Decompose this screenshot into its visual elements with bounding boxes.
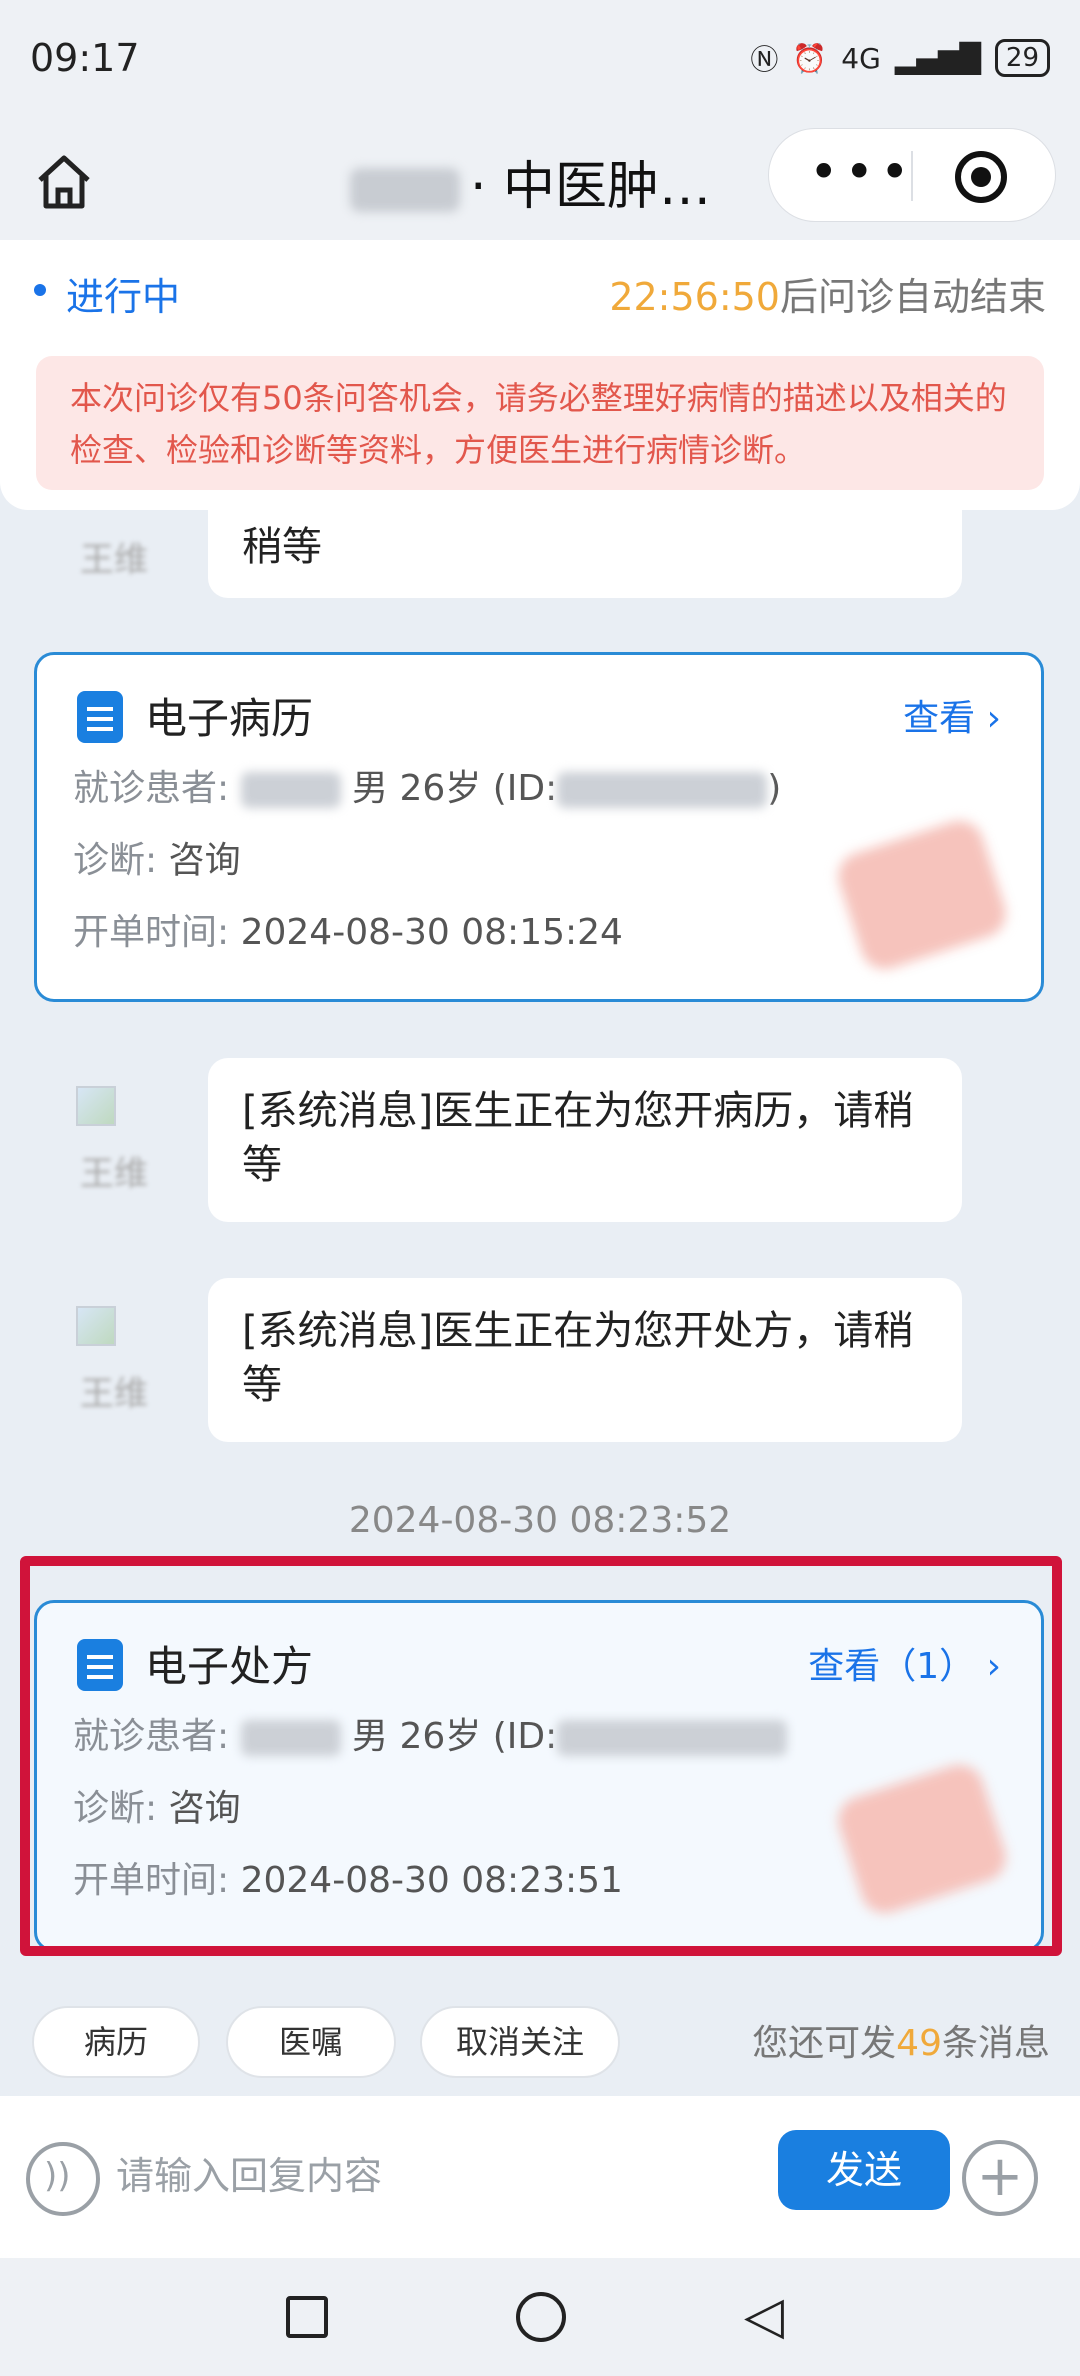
- more-dots-icon[interactable]: •••: [809, 147, 915, 197]
- remaining-messages: 您还可发49条消息: [752, 2023, 1050, 2064]
- diagnosis-row: 诊断: 咨询: [73, 840, 241, 881]
- view-record-link[interactable]: 查看 ›: [903, 689, 1001, 741]
- send-button[interactable]: 发送: [778, 2130, 950, 2210]
- message-timestamp: 2024-08-30 08:23:52: [348, 1500, 732, 1541]
- message-bubble: [系统消息]医生正在为您开病历，请稍等: [208, 1058, 962, 1222]
- sender-name: 王维: [80, 540, 148, 580]
- countdown: 22:56:50后问诊自动结束: [609, 275, 1046, 319]
- patient-id-blurred: [557, 772, 768, 808]
- message-bubble: [系统消息]医生正在为您开处方，请稍等: [208, 1278, 962, 1442]
- quick-action-unfollow[interactable]: 取消关注: [420, 2006, 620, 2078]
- network-label: 4G: [841, 41, 881, 75]
- reply-input[interactable]: 请输入回复内容: [116, 2136, 756, 2216]
- status-bar: 09:17 Ⓝ ⏰ 4G ▂▄▆█ 29: [0, 0, 1080, 120]
- stamp-seal: [832, 814, 1012, 976]
- plus-icon[interactable]: +: [962, 2140, 1038, 2216]
- chevron-right-icon: ›: [986, 698, 1001, 739]
- consultation-status-panel: 进行中 22:56:50后问诊自动结束 本次问诊仅有50条问答机会，请务必整理好…: [0, 240, 1080, 510]
- record-icon: [77, 691, 123, 743]
- mini-program-capsule: •••: [768, 128, 1056, 222]
- avatar-image: [76, 1306, 116, 1346]
- doctor-name-blurred: [350, 168, 460, 212]
- avatar-image: [76, 1086, 116, 1126]
- card-title: 电子病历: [145, 694, 314, 743]
- alarm-icon: ⏰: [792, 41, 828, 75]
- sender-name: 王维: [80, 1154, 148, 1194]
- patient-name-blurred: [240, 772, 341, 808]
- status-icons: Ⓝ ⏰ 4G ▂▄▆█ 29: [750, 38, 1050, 78]
- status-dot-icon: [34, 284, 46, 296]
- patient-row: 就诊患者: 男 26岁 (ID:): [73, 768, 782, 809]
- signal-icon: ▂▄▆█: [894, 41, 981, 75]
- medical-record-card[interactable]: 电子病历 查看 › 就诊患者: 男 26岁 (ID:) 诊断: 咨询 开单时间:…: [34, 652, 1044, 1002]
- issue-time-row: 开单时间: 2024-08-30 08:15:24: [73, 912, 623, 953]
- quick-action-record[interactable]: 病历: [32, 2006, 200, 2078]
- nav-bar: · 中医肿… •••: [0, 120, 1080, 240]
- notice-banner: 本次问诊仅有50条问答机会，请务必整理好病情的描述以及相关的检查、检验和诊断等资…: [36, 356, 1044, 490]
- input-bar: )) 请输入回复内容 发送 +: [0, 2096, 1080, 2258]
- avatar: [76, 1306, 116, 1346]
- highlight-box: [20, 1556, 1062, 1956]
- voice-icon[interactable]: )): [26, 2142, 100, 2216]
- clock: 09:17: [30, 36, 140, 80]
- back-icon[interactable]: ◁: [744, 2290, 784, 2342]
- page-title: · 中医肿…: [350, 144, 711, 219]
- recent-apps-icon[interactable]: [286, 2296, 328, 2338]
- home-icon[interactable]: [32, 150, 96, 214]
- consult-status: 进行中: [66, 275, 181, 319]
- target-icon[interactable]: [955, 151, 1007, 203]
- avatar: [76, 1086, 116, 1126]
- nfc-icon: Ⓝ: [750, 43, 779, 76]
- home-button-icon[interactable]: [516, 2292, 566, 2342]
- quick-action-advice[interactable]: 医嘱: [226, 2006, 396, 2078]
- battery-level: 29: [994, 39, 1050, 77]
- capsule-divider: [911, 151, 913, 201]
- sender-name: 王维: [80, 1374, 148, 1414]
- system-nav-bar: ◁: [0, 2258, 1080, 2376]
